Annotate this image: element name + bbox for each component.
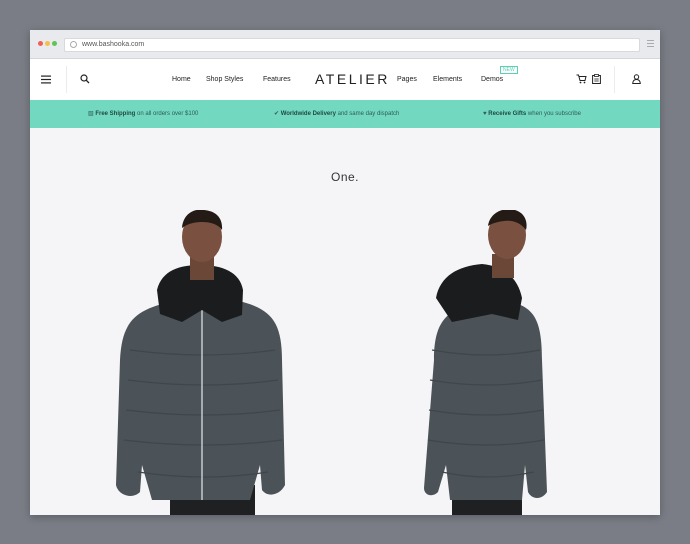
- hamburger-menu-icon[interactable]: [41, 75, 51, 84]
- maximize-window-dot[interactable]: [52, 41, 57, 46]
- promo-text: and same day dispatch: [335, 111, 400, 117]
- truck-icon: ▧: [88, 111, 94, 117]
- site-info-icon: [70, 41, 77, 48]
- nav-link-shop-styles[interactable]: Shop Styles: [206, 59, 243, 100]
- promo-title: Free Shipping: [95, 111, 136, 117]
- product-image-front[interactable]: [110, 210, 290, 515]
- browser-window: www.bashooka.com Home Shop Styles Featur…: [30, 30, 660, 515]
- promo-title: Receive Gifts: [488, 111, 527, 117]
- new-badge: NEW: [500, 66, 518, 74]
- user-account-icon[interactable]: [632, 74, 641, 84]
- search-icon[interactable]: [80, 74, 90, 84]
- url-text: www.bashooka.com: [82, 41, 145, 48]
- wishlist-icon[interactable]: [592, 74, 601, 84]
- promo-text: when you subscribe: [526, 111, 581, 117]
- nav-link-features[interactable]: Features: [263, 59, 291, 100]
- hero-headline: One.: [330, 170, 359, 184]
- shopping-cart-icon[interactable]: [576, 74, 587, 84]
- promo-receive-gifts: ♥ Receive Gifts when you subscribe: [483, 100, 581, 128]
- check-icon: ✔: [274, 111, 280, 117]
- header-divider: [614, 66, 615, 93]
- header-divider: [66, 66, 67, 93]
- site-header: Home Shop Styles Features ATELIER Pages …: [30, 59, 660, 100]
- product-image-side[interactable]: [422, 210, 552, 515]
- hero-section: One.: [30, 128, 660, 515]
- gift-icon: ♥: [483, 111, 487, 117]
- close-window-dot[interactable]: [38, 41, 43, 46]
- nav-link-home[interactable]: Home: [172, 59, 191, 100]
- browser-menu-icon[interactable]: [647, 40, 654, 49]
- browser-toolbar: www.bashooka.com: [30, 30, 660, 59]
- promo-text: on all orders over $100: [135, 111, 199, 117]
- promo-free-shipping: ▧ Free Shipping on all orders over $100: [88, 100, 198, 128]
- minimize-window-dot[interactable]: [45, 41, 50, 46]
- promo-worldwide-delivery: ✔ Worldwide Delivery and same day dispat…: [274, 100, 399, 128]
- nav-link-elements[interactable]: Elements: [433, 59, 462, 100]
- address-bar[interactable]: www.bashooka.com: [64, 38, 640, 52]
- site-logo[interactable]: ATELIER: [315, 59, 390, 100]
- nav-link-pages[interactable]: Pages: [397, 59, 417, 100]
- promo-title: Worldwide Delivery: [280, 111, 336, 117]
- promo-bar: ▧ Free Shipping on all orders over $100 …: [30, 100, 660, 128]
